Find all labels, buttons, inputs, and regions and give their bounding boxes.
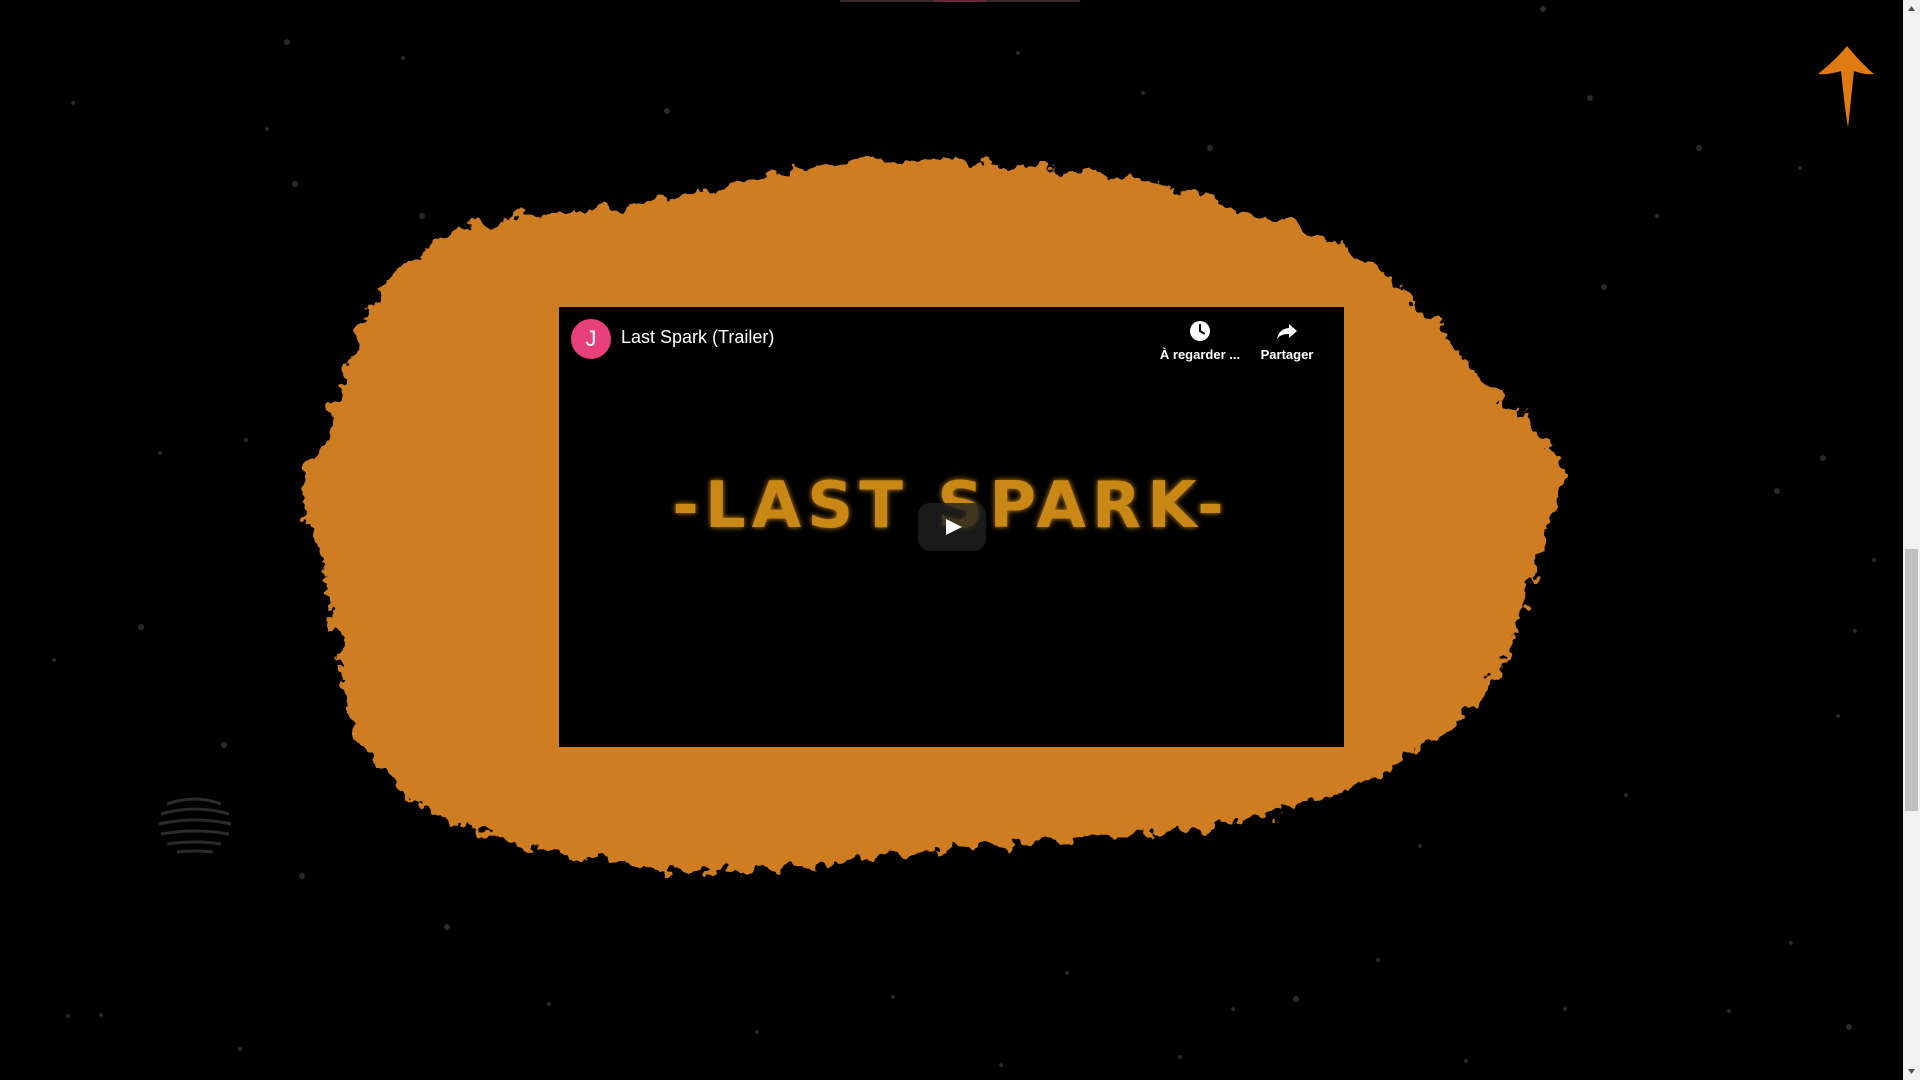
watch-later-button[interactable]: À regarder ... (1155, 319, 1245, 362)
channel-avatar[interactable]: J (571, 319, 611, 359)
vertical-scrollbar[interactable] (1903, 0, 1920, 1080)
top-divider-accent (935, 0, 985, 2)
scroll-down-icon[interactable] (1903, 1063, 1920, 1080)
arrow-up-icon[interactable] (1812, 44, 1882, 130)
watch-later-label: À regarder ... (1159, 347, 1241, 362)
video-header-overlay: J Last Spark (Trailer) À regarder ... Pa… (559, 307, 1344, 377)
play-icon (946, 519, 962, 535)
share-button[interactable]: Partager (1242, 319, 1332, 362)
scrollbar-thumb[interactable] (1905, 549, 1918, 811)
page: -LAST SPARK- J Last Spark (Trailer) À re… (0, 0, 1903, 1080)
clock-icon (1190, 321, 1210, 341)
spark-decoration (158, 797, 232, 854)
play-button[interactable] (918, 503, 986, 551)
share-arrow-icon (1277, 324, 1297, 339)
share-label: Partager (1260, 347, 1314, 362)
video-title[interactable]: Last Spark (Trailer) (621, 327, 774, 348)
scroll-up-icon[interactable] (1903, 0, 1920, 17)
video-player[interactable]: -LAST SPARK- J Last Spark (Trailer) À re… (559, 307, 1344, 747)
